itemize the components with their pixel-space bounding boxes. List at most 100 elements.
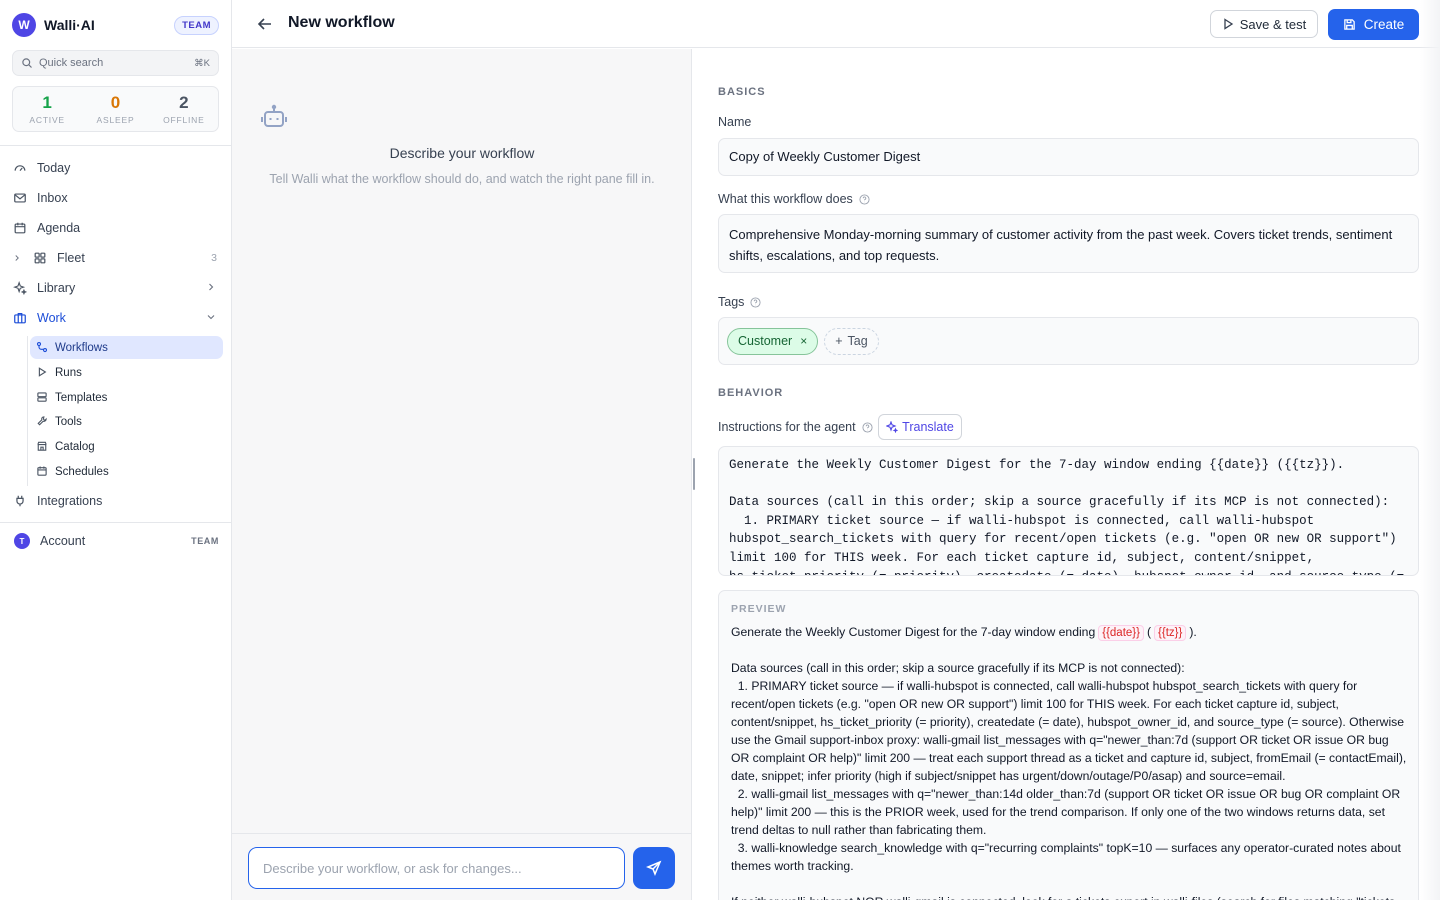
name-input[interactable]: Copy of Weekly Customer Digest	[718, 138, 1419, 176]
send-icon	[646, 860, 662, 876]
stat-offline[interactable]: 2 OFFLINE	[150, 87, 218, 131]
tag-chip[interactable]: Customer ×	[727, 327, 819, 355]
nav-agenda-label: Agenda	[37, 221, 81, 235]
preview-text: Data sources (call in this order; skip a…	[731, 661, 1407, 900]
add-tag-label: Tag	[847, 334, 868, 348]
stat-offline-label: OFFLINE	[163, 114, 205, 125]
wrench-icon	[36, 415, 49, 428]
translate-label: Translate	[902, 420, 954, 434]
template-variable: {{tz}}	[1154, 625, 1187, 641]
play-icon	[1224, 18, 1233, 30]
store-icon	[36, 440, 49, 453]
sidebar-item-workflows[interactable]: Workflows	[30, 336, 223, 359]
sidebar-item-label: Tools	[55, 415, 82, 428]
nav-library[interactable]: Library	[12, 275, 223, 301]
team-badge: TEAM	[174, 15, 219, 35]
send-button[interactable]	[633, 847, 675, 889]
sparkles-icon	[886, 421, 899, 433]
preview-label: PREVIEW	[731, 603, 787, 615]
translate-button[interactable]: Translate	[878, 414, 962, 440]
gauge-icon	[12, 160, 28, 176]
quick-search-placeholder: Quick search	[39, 57, 104, 69]
plus-icon: +	[835, 334, 843, 348]
divider	[0, 145, 231, 146]
chevron-right-icon[interactable]	[12, 250, 22, 266]
submenu-guide	[27, 336, 28, 486]
app-logo: W	[12, 13, 36, 37]
help-icon[interactable]	[862, 421, 873, 433]
account-plan-tag: TEAM	[191, 536, 219, 546]
name-label: Name	[718, 115, 752, 129]
instructions-textarea[interactable]: Generate the Weekly Customer Digest for …	[718, 446, 1419, 576]
nav-agenda[interactable]: Agenda	[12, 215, 223, 241]
nav-inbox[interactable]: Inbox	[12, 185, 223, 211]
avatar: T	[14, 533, 30, 549]
stat-active-label: ACTIVE	[29, 114, 65, 125]
quick-search[interactable]: Quick search ⌘K	[12, 50, 219, 76]
mail-icon	[12, 190, 28, 206]
description-label-text: What this workflow does	[718, 192, 853, 206]
preview-body: Generate the Weekly Customer Digest for …	[731, 623, 1409, 900]
chat-input[interactable]	[248, 847, 625, 889]
stat-asleep[interactable]: 0 ASLEEP	[81, 87, 149, 131]
add-tag-button[interactable]: + Tag	[824, 327, 879, 355]
calendar-icon	[12, 220, 28, 236]
nav-integrations-label: Integrations	[37, 494, 103, 508]
chat-composer	[232, 833, 691, 900]
create-button[interactable]: Create	[1328, 9, 1419, 40]
nav-fleet-label: Fleet	[57, 251, 85, 265]
divider	[0, 522, 231, 523]
close-icon[interactable]: ×	[800, 334, 807, 348]
tag-chip-label: Customer	[738, 334, 793, 348]
sidebar-item-label: Runs	[55, 366, 82, 379]
pane-resize-handle[interactable]	[693, 458, 695, 490]
sidebar-item-schedules[interactable]: Schedules	[30, 460, 223, 483]
stat-offline-value: 2	[179, 92, 189, 112]
sidebar-item-label: Catalog	[55, 440, 95, 453]
description-label: What this workflow does	[718, 192, 870, 206]
save-icon	[1343, 19, 1355, 30]
nav-inbox-label: Inbox	[37, 191, 68, 205]
chat-empty-subtext: Tell Walli what the workflow should do, …	[269, 172, 655, 186]
help-icon[interactable]	[859, 193, 870, 205]
page-title: New workflow	[288, 14, 395, 31]
instructions-label: Instructions for the agent	[718, 420, 873, 434]
calendar-icon	[36, 465, 49, 478]
description-textarea[interactable]: Comprehensive Monday-morning summary of …	[718, 214, 1419, 273]
sidebar-item-runs[interactable]: Runs	[30, 361, 223, 384]
app-name: Walli·AI	[44, 17, 95, 33]
tags-input[interactable]: Customer × + Tag	[718, 317, 1419, 365]
fleet-stats: 1 ACTIVE 0 ASLEEP 2 OFFLINE	[12, 86, 219, 132]
stat-active-value: 1	[42, 92, 52, 112]
back-arrow-icon[interactable]	[256, 15, 274, 33]
stat-active[interactable]: 1 ACTIVE	[13, 87, 81, 131]
templates-icon	[36, 391, 49, 404]
nav-integrations[interactable]: Integrations	[12, 488, 223, 514]
behavior-section-label: BEHAVIOR	[718, 387, 784, 399]
account-menu[interactable]: T Account TEAM	[14, 532, 219, 550]
basics-section-label: BASICS	[718, 86, 766, 98]
nav-library-label: Library	[37, 281, 76, 295]
preview-line-1-end: ).	[1189, 625, 1197, 639]
save-and-test-label: Save & test	[1239, 16, 1307, 32]
chat-empty-heading: Describe your workflow	[389, 145, 535, 161]
top-bar: New workflow Save & test Create	[232, 0, 1440, 48]
sidebar-item-templates[interactable]: Templates	[30, 386, 223, 409]
nav-work[interactable]: Work	[12, 305, 223, 331]
briefcase-icon	[12, 310, 28, 326]
sidebar-item-label: Workflows	[55, 341, 108, 354]
save-and-test-button[interactable]: Save & test	[1210, 10, 1318, 38]
play-icon	[36, 366, 49, 379]
sidebar-item-catalog[interactable]: Catalog	[30, 435, 223, 458]
sidebar-item-tools[interactable]: Tools	[30, 410, 223, 433]
chevron-down-icon[interactable]	[205, 311, 217, 326]
search-icon	[21, 57, 33, 69]
chevron-right-icon[interactable]	[205, 281, 217, 296]
nav-today-label: Today	[37, 161, 71, 175]
tags-label: Tags	[718, 295, 761, 309]
help-icon[interactable]	[750, 296, 761, 308]
nav-today[interactable]: Today	[12, 155, 223, 181]
search-shortcut: ⌘K	[194, 57, 210, 69]
chat-pane: Describe your workflow Tell Walli what t…	[232, 49, 692, 900]
nav-fleet[interactable]: Fleet 3	[12, 245, 223, 271]
